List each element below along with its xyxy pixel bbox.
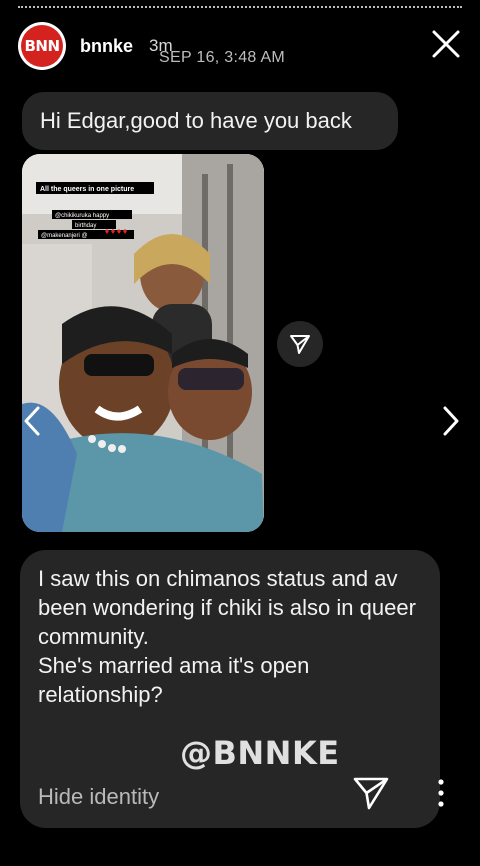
question-text: I saw this on chimanos status and av bee…	[38, 566, 416, 707]
send-icon	[290, 335, 310, 354]
photo-tag-1: @chikikuruka happy	[55, 213, 109, 219]
hide-identity-label[interactable]: Hide identity	[38, 784, 159, 810]
photo-tag-3: @makenanjeri @	[41, 233, 88, 239]
greeting-text: Hi Edgar,good to have you back	[40, 108, 352, 133]
share-photo-button[interactable]	[277, 321, 323, 367]
watermark-text: @BNNKE	[180, 734, 340, 772]
shared-photo[interactable]: All the queers in one picture @chikikuru…	[22, 154, 264, 532]
date-stamp: SEP 16, 3:48 AM	[159, 49, 286, 66]
avatar-logo: BNN	[21, 25, 63, 67]
next-arrow-icon[interactable]	[438, 404, 464, 438]
story-header: BNN bnnke 3m SEP 16, 3:48 AM	[18, 22, 462, 70]
story-progress-bar	[18, 6, 462, 9]
more-options-icon[interactable]	[436, 778, 446, 808]
greeting-message: Hi Edgar,good to have you back	[22, 92, 398, 150]
send-icon[interactable]	[352, 774, 390, 812]
photo-caption: All the queers in one picture	[40, 186, 134, 193]
username[interactable]: bnnke	[80, 36, 133, 57]
previous-arrow-icon[interactable]	[20, 404, 44, 438]
photo-tag-2: birthday	[75, 223, 96, 229]
close-icon[interactable]	[430, 28, 462, 60]
avatar[interactable]: BNN	[18, 22, 66, 70]
photo-image: All the queers in one picture @chikikuru…	[22, 154, 264, 532]
